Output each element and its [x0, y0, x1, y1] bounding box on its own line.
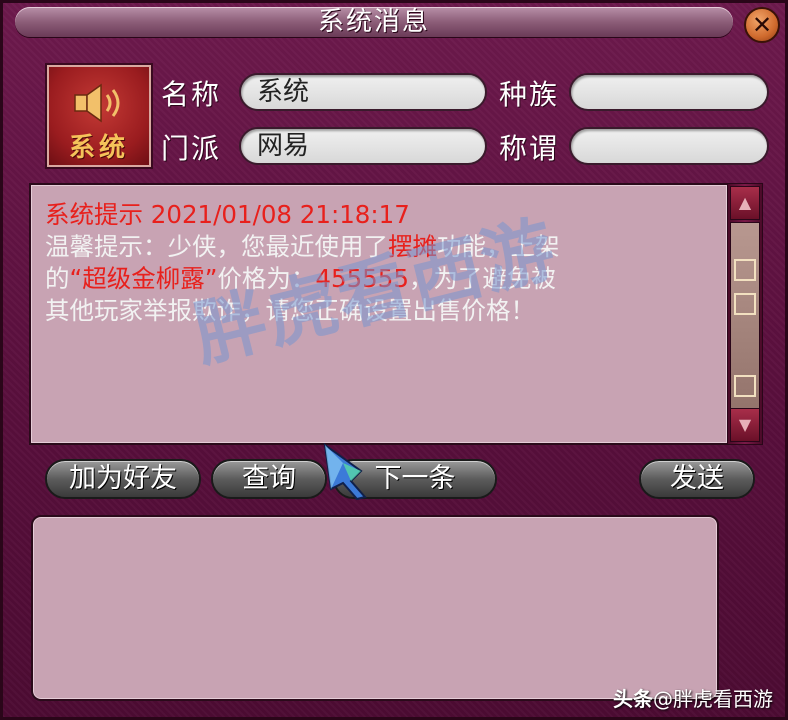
- fret-pattern-icon: [734, 293, 756, 315]
- sect-label: 门派: [161, 132, 222, 165]
- fret-pattern-icon: [734, 375, 756, 397]
- add-friend-button[interactable]: 加为好友: [45, 459, 201, 499]
- race-field: [569, 73, 769, 111]
- scroll-down-button[interactable]: ▼: [730, 408, 760, 442]
- sect-field: 网易: [239, 127, 487, 165]
- footer-handle: @胖虎看西游: [653, 687, 773, 711]
- name-field: 系统: [239, 73, 487, 111]
- arrow-up-icon: ▲: [738, 193, 752, 212]
- send-button[interactable]: 发送: [639, 459, 755, 499]
- avatar: 系统: [47, 65, 151, 167]
- title-field: [569, 127, 769, 165]
- close-button[interactable]: ✕: [744, 7, 780, 43]
- speaker-icon: [74, 83, 120, 123]
- cursor-icon: [323, 443, 367, 501]
- arrow-down-icon: ▼: [738, 415, 752, 434]
- footer-credit: 头条@胖虎看西游: [613, 683, 773, 712]
- title-bar[interactable]: 系统消息: [15, 7, 733, 37]
- race-label: 种族: [499, 78, 560, 111]
- chat-input[interactable]: [31, 515, 719, 701]
- scroll-up-button[interactable]: ▲: [730, 186, 760, 220]
- system-message-window: 系统消息 ✕ 系统 名称 系统 种族 门派 网易 称谓 系统提示 2021/01…: [0, 0, 788, 720]
- name-label: 名称: [161, 78, 222, 111]
- message-segment: 的: [45, 264, 70, 293]
- title-label: 称谓: [499, 132, 560, 165]
- avatar-label: 系统: [68, 133, 129, 163]
- message-header: 系统提示 2021/01/08 21:18:17: [45, 200, 410, 229]
- query-button[interactable]: 查询: [211, 459, 327, 499]
- message-scrollbar[interactable]: ▲ ▼: [727, 183, 763, 445]
- close-icon: ✕: [751, 11, 773, 39]
- footer-brand: 头条: [613, 687, 653, 711]
- window-title: 系统消息: [317, 7, 430, 37]
- fret-pattern-icon: [734, 259, 756, 281]
- scroll-thumb[interactable]: [730, 222, 760, 438]
